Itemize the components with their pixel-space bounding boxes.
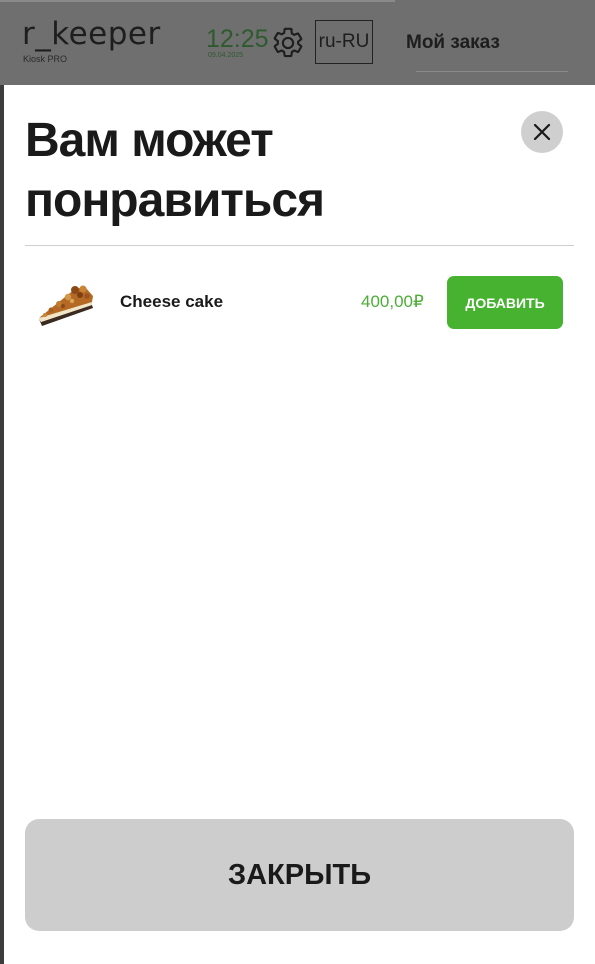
clock-time: 12:25 xyxy=(206,25,269,53)
app-logo: r_keeper xyxy=(22,16,161,52)
modal-title: Вам может понравиться xyxy=(25,114,325,227)
app-logo-subtitle: Kiosk PRO xyxy=(23,54,68,64)
clock-date: 09.04.2025 xyxy=(208,52,244,59)
close-icon xyxy=(533,123,551,141)
close-button[interactable]: ЗАКРЫТЬ xyxy=(25,819,574,931)
top-strip xyxy=(0,0,395,2)
list-item: Cheese cake 400,00₽ ДОБАВИТЬ xyxy=(25,275,574,331)
add-button[interactable]: ДОБАВИТЬ xyxy=(447,276,563,329)
product-price: 400,00₽ xyxy=(361,292,424,311)
cheesecake-image xyxy=(39,285,93,326)
gear-icon[interactable] xyxy=(271,26,305,60)
top-bar: r_keeper Kiosk PRO 12:25 09.04.2025 ru-R… xyxy=(0,0,595,85)
my-order-title[interactable]: Мой заказ xyxy=(406,32,500,54)
order-divider xyxy=(416,71,568,72)
product-name: Cheese cake xyxy=(120,292,224,311)
kiosk-screen: r_keeper Kiosk PRO 12:25 09.04.2025 ru-R… xyxy=(0,0,595,964)
recommendations-modal: Вам может понравиться Cheese cake 400,00… xyxy=(4,85,595,964)
language-button[interactable]: ru-RU xyxy=(315,20,373,64)
header-divider xyxy=(25,245,574,246)
modal-close-icon-button[interactable] xyxy=(521,111,563,153)
